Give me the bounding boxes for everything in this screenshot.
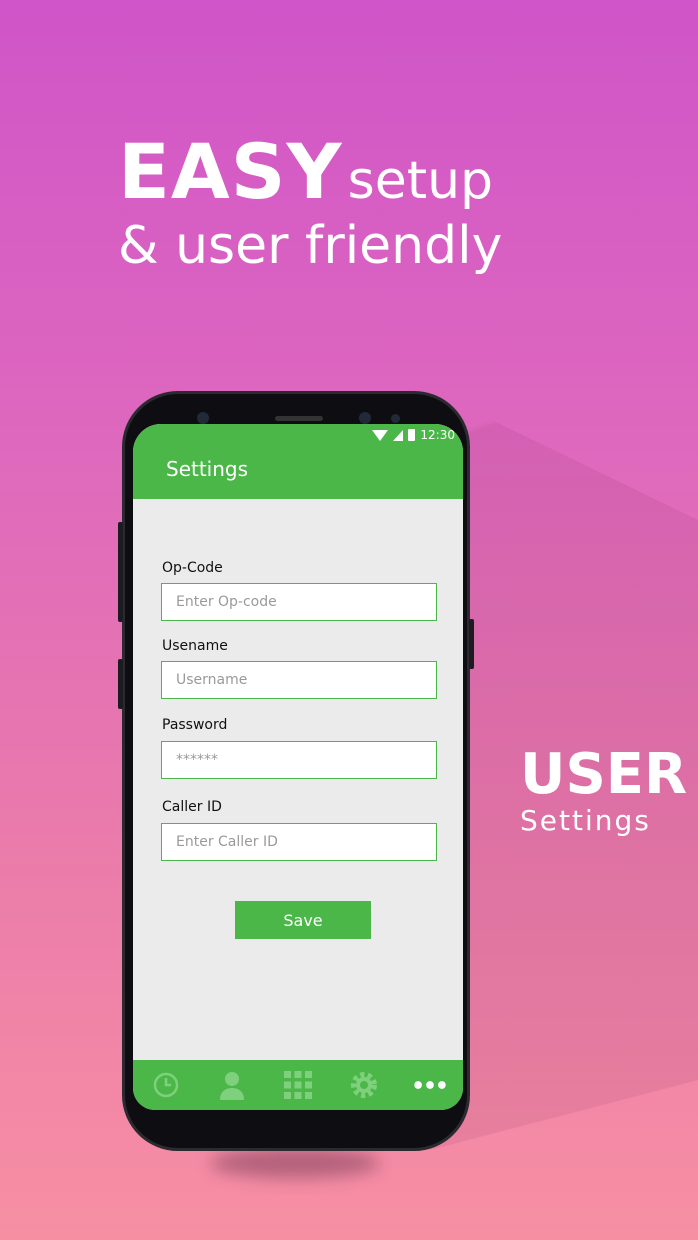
volume-button [118, 522, 123, 622]
side-caption-small: Settings [520, 804, 651, 837]
username-label: Usename [162, 638, 228, 654]
headline-bold: EASY [118, 127, 343, 216]
headline-line2: & user friendly [118, 216, 503, 276]
side-caption-big: USER [520, 742, 688, 807]
bottom-nav [133, 1060, 463, 1110]
phone-screen: 12:30 Settings Op-Code Usename Password … [133, 424, 463, 1110]
wifi-icon [372, 429, 389, 441]
contact-icon[interactable] [215, 1068, 249, 1102]
password-label: Password [162, 717, 228, 733]
dialpad-icon[interactable] [281, 1068, 315, 1102]
gear-icon[interactable] [347, 1068, 381, 1102]
phone-frame: 12:30 Settings Op-Code Usename Password … [118, 391, 474, 1151]
app-bar: 12:30 Settings [133, 424, 463, 499]
settings-form: Op-Code Usename Password Caller ID Save [141, 499, 455, 1059]
battery-icon [408, 429, 416, 441]
iris-sensor-icon [391, 414, 400, 423]
bixby-button [118, 659, 123, 709]
phone-shadow [210, 1148, 380, 1178]
page-title: Settings [166, 457, 249, 481]
power-button [469, 619, 474, 669]
password-input[interactable] [161, 741, 437, 779]
clock-icon[interactable] [149, 1068, 183, 1102]
sensor-icon [197, 412, 209, 424]
promo-headline: EASY setup & user friendly [118, 127, 503, 277]
status-time: 12:30 [420, 428, 455, 442]
callerid-input[interactable] [161, 823, 437, 861]
earpiece-speaker [275, 416, 323, 421]
signal-icon [393, 429, 404, 441]
headline-light: setup [347, 151, 494, 211]
save-button[interactable]: Save [235, 901, 371, 939]
status-bar: 12:30 [372, 428, 455, 442]
opcode-label: Op-Code [162, 560, 223, 576]
side-caption: USER Settings [520, 744, 687, 836]
front-camera-icon [359, 412, 371, 424]
username-input[interactable] [161, 661, 437, 699]
opcode-input[interactable] [161, 583, 437, 621]
callerid-label: Caller ID [162, 799, 222, 815]
more-icon[interactable] [413, 1068, 447, 1102]
